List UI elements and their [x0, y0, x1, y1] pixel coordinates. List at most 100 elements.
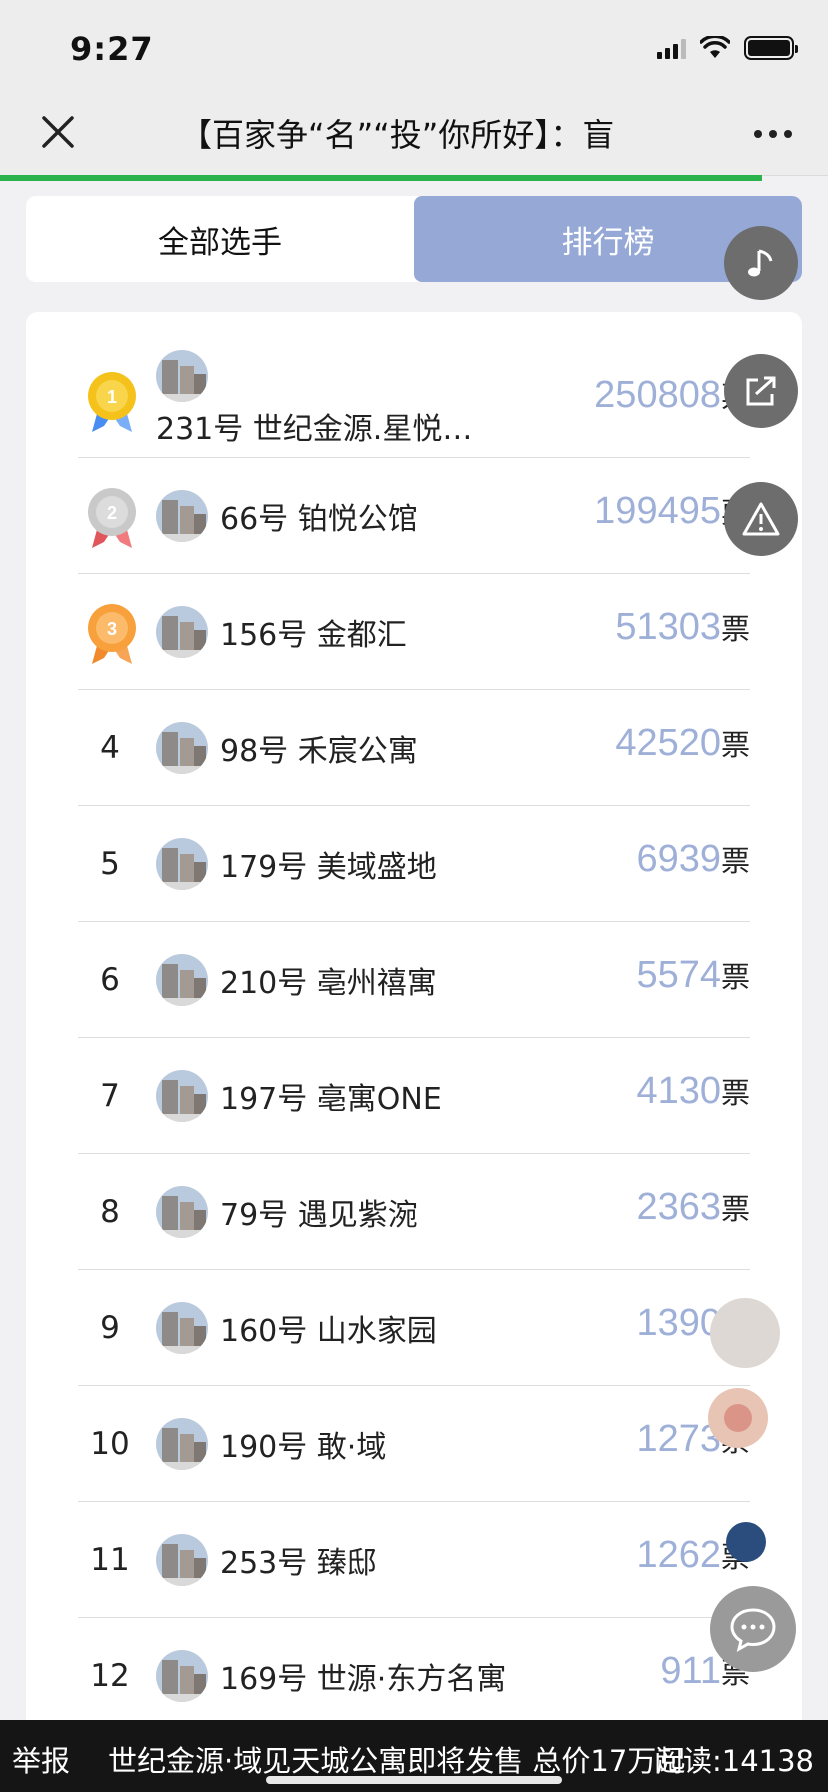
vote-count: 42520 票 [615, 722, 750, 765]
ranking-row[interactable]: 11 253号 臻邸 1262票 [78, 1502, 750, 1618]
rank-number: 12 [90, 1658, 130, 1694]
contestant-name: 169号 世源·东方名寓 [220, 1662, 507, 1697]
close-icon[interactable] [36, 110, 80, 154]
status-bar: 9:27 [0, 0, 828, 92]
contestant-name: 253号 臻邸 [220, 1546, 377, 1581]
vote-unit: 票 [720, 1076, 750, 1110]
ranking-row[interactable]: 9 160号 山水家园 1390票 [78, 1270, 750, 1386]
bronze-medal-icon: 3 [88, 604, 136, 664]
ranking-row[interactable]: 10 190号 敢·域 1273票 [78, 1386, 750, 1502]
contestant-name: 179号 美域盛地 [220, 850, 437, 885]
vote-unit: 票 [720, 960, 750, 994]
avatar [156, 1070, 208, 1122]
contestant-name: 190号 敢·域 [220, 1430, 387, 1465]
vote-number: 1390 [636, 1302, 721, 1344]
nav-bar: 【百家争“名”“投”你所好】：盲 [0, 92, 828, 176]
share-button[interactable] [724, 354, 798, 428]
status-time: 9:27 [70, 30, 154, 68]
floating-avatar[interactable] [710, 1298, 780, 1368]
ranking-row[interactable]: 3 156号 金都汇 51303 票 [78, 574, 750, 690]
vote-number: 6939 [636, 838, 721, 880]
vote-number: 1262 [636, 1534, 721, 1576]
vote-number: 51303 [615, 606, 721, 648]
home-indicator [266, 1776, 562, 1784]
rank-number: 10 [90, 1426, 130, 1462]
rank-number: 9 [100, 1310, 120, 1346]
avatar [156, 1650, 208, 1702]
warning-icon [742, 502, 780, 536]
vote-count: 2363 票 [636, 1186, 750, 1229]
music-note-icon [748, 249, 773, 277]
vote-number: 42520 [615, 722, 721, 764]
wifi-icon [700, 36, 730, 58]
floating-avatar[interactable] [726, 1522, 766, 1562]
avatar [156, 1534, 208, 1586]
vote-number: 2363 [636, 1186, 721, 1228]
svg-text:2: 2 [107, 503, 117, 523]
tab-all-contestants[interactable]: 全部选手 [26, 196, 414, 282]
music-button[interactable] [724, 226, 798, 300]
rank-number: 6 [100, 962, 120, 998]
share-icon [746, 376, 776, 406]
battery-icon [744, 36, 798, 60]
ranking-row[interactable]: 8 79号 遇见紫涴 2363 票 [78, 1154, 750, 1270]
contestant-name: 79号 遇见紫涴 [220, 1198, 418, 1233]
contestant-name: 98号 禾宸公寓 [220, 734, 418, 769]
rank-number: 8 [100, 1194, 120, 1230]
more-icon[interactable] [754, 130, 792, 138]
avatar [156, 1186, 208, 1238]
svg-text:1: 1 [107, 387, 117, 407]
contestant-name: 160号 山水家园 [220, 1314, 437, 1349]
ranking-row[interactable]: 1 231号 世纪金源.星悦… 250808票 [78, 342, 750, 458]
read-count: 阅读:14138 [653, 1744, 814, 1778]
avatar [156, 490, 208, 542]
avatar [156, 722, 208, 774]
chat-button[interactable] [710, 1586, 796, 1672]
tab-bar: 全部选手 排行榜 [26, 196, 802, 282]
rank-number: 11 [90, 1542, 130, 1578]
vote-unit: 票 [720, 612, 750, 646]
status-icons [657, 36, 798, 60]
report-button[interactable] [724, 482, 798, 556]
rank-number: 7 [100, 1078, 120, 1114]
ranking-row[interactable]: 12 169号 世源·东方名寓 911 票 [78, 1618, 750, 1734]
vote-number: 4130 [636, 1070, 721, 1112]
vote-count: 6939 票 [636, 838, 750, 881]
vote-unit: 票 [720, 844, 750, 878]
avatar [156, 954, 208, 1006]
cellular-signal-icon [657, 37, 686, 59]
contestant-name: 66号 铂悦公馆 [220, 502, 418, 537]
chat-icon [730, 1608, 776, 1652]
vote-number: 250808 [594, 374, 721, 416]
contestant-name: 197号 亳寓ONE [220, 1082, 442, 1117]
ranking-row[interactable]: 4 98号 禾宸公寓 42520 票 [78, 690, 750, 806]
ranking-row[interactable]: 7 197号 亳寓ONE 4130 票 [78, 1038, 750, 1154]
avatar [156, 1418, 208, 1470]
vote-number: 911 [660, 1650, 721, 1692]
avatar [156, 350, 208, 402]
rank-number: 5 [100, 846, 120, 882]
avatar [156, 606, 208, 658]
vote-number: 5574 [636, 954, 721, 996]
ranking-row[interactable]: 6 210号 亳州禧寓 5574 票 [78, 922, 750, 1038]
avatar [156, 1302, 208, 1354]
ranking-row[interactable]: 2 66号 铂悦公馆 199495票 [78, 458, 750, 574]
gold-medal-icon: 1 [88, 372, 136, 432]
vote-count: 5574 票 [636, 954, 750, 997]
report-link[interactable]: 举报 [12, 1738, 70, 1780]
news-marquee[interactable]: 世纪金源·域见天城公寓即将发售 总价17万起 [108, 1738, 685, 1780]
vote-number: 199495 [594, 490, 721, 532]
vote-count: 4130 票 [636, 1070, 750, 1113]
ranking-list: 1 231号 世纪金源.星悦… 250808票 2 66号 铂悦公馆 19949… [26, 312, 802, 1732]
rank-number: 4 [100, 730, 120, 766]
vote-count: 51303 票 [615, 606, 750, 649]
contestant-name: 156号 金都汇 [220, 618, 407, 653]
contestant-name: 231号 世纪金源.星悦… [156, 412, 473, 447]
ranking-row[interactable]: 5 179号 美域盛地 6939 票 [78, 806, 750, 922]
svg-text:3: 3 [107, 619, 117, 639]
page-load-progress [0, 175, 762, 181]
page-title: 【百家争“名”“投”你所好】：盲 [180, 116, 615, 154]
avatar [156, 838, 208, 890]
vote-unit: 票 [720, 1192, 750, 1226]
floating-avatar[interactable] [708, 1388, 768, 1448]
